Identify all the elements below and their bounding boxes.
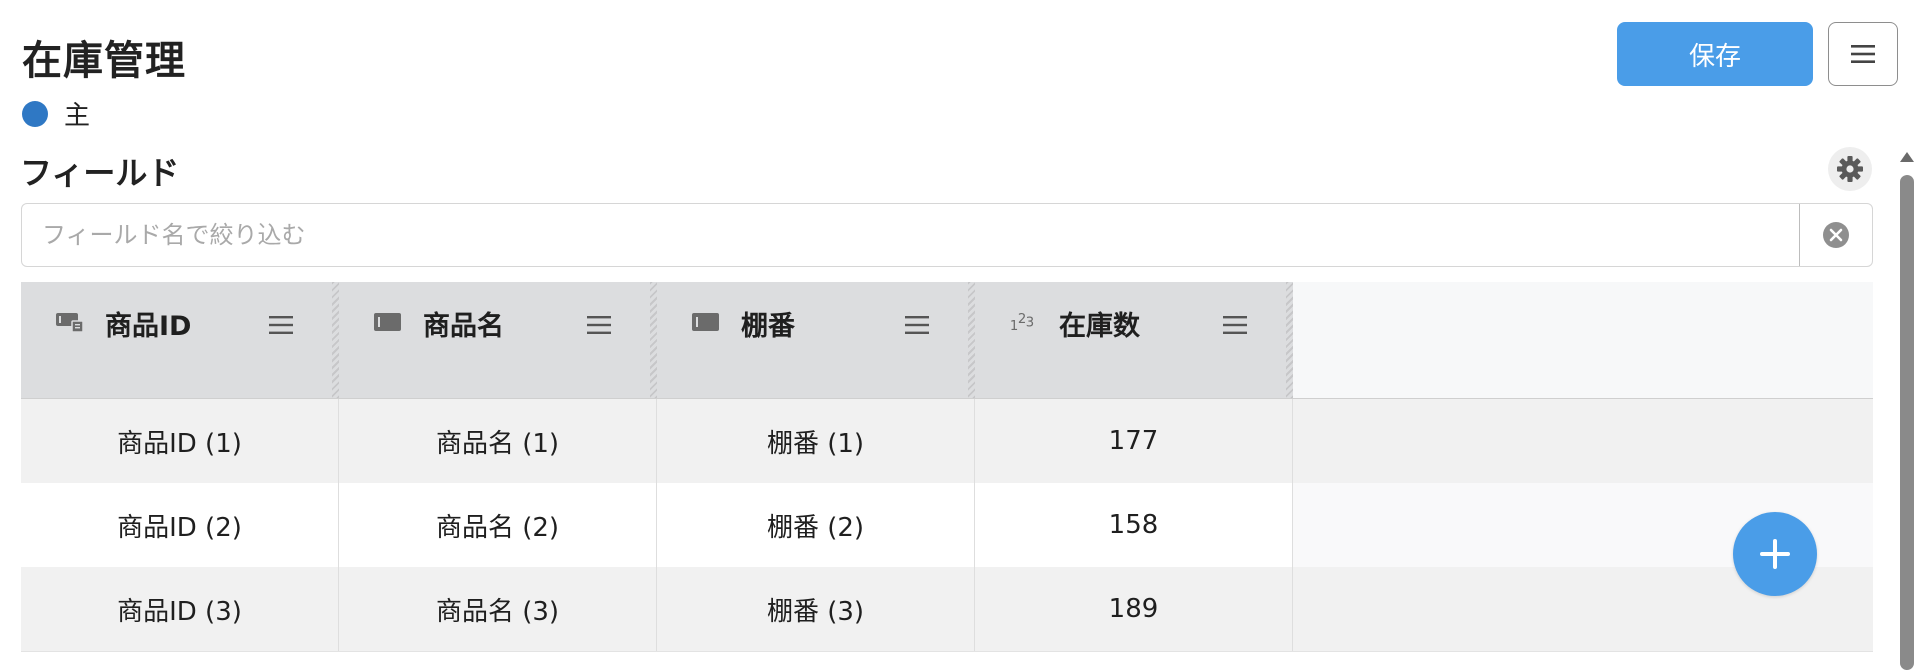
primary-label: 主 [64,101,91,131]
table-cell[interactable]: 158 [975,483,1293,567]
column-title: 在庫数 [1059,311,1140,342]
table-row[interactable]: 商品ID (2) 商品名 (2) 棚番 (2) 158 [21,483,1873,568]
field-filter [21,203,1873,267]
column-resize-handle[interactable] [650,282,657,398]
fields-heading: フィールド [20,154,180,192]
table-cell[interactable]: 177 [975,399,1293,483]
column-menu-icon[interactable] [267,312,295,338]
column-header-product-name[interactable]: 商品名 [339,282,772,398]
column-menu-icon[interactable] [903,312,931,338]
table-cell[interactable]: 棚番 (1) [657,399,975,483]
column-menu-icon[interactable] [1221,312,1249,338]
text-field-icon [691,310,721,334]
column-header-stock[interactable]: 1 2 3 在庫数 [975,282,1293,398]
table-cell[interactable]: 商品名 (2) [339,483,657,567]
column-title: 商品ID [105,311,192,342]
data-grid: 商品ID 商品名 棚番 1 2 3 在庫数 商品ID (1) 商品名 (1) 棚… [21,282,1873,652]
column-title: 棚番 [741,311,795,342]
hamburger-icon [1851,45,1875,63]
svg-text:3: 3 [1026,315,1034,330]
column-menu-icon[interactable] [585,312,613,338]
table-cell[interactable]: 棚番 (2) [657,483,975,567]
page-title: 在庫管理 [22,38,186,84]
column-header-shelf[interactable]: 棚番 [657,282,1090,398]
table-cell[interactable]: 189 [975,567,1293,651]
grid-header: 商品ID 商品名 棚番 1 2 3 在庫数 [21,282,1873,399]
table-row[interactable]: 商品ID (1) 商品名 (1) 棚番 (1) 177 [21,399,1873,484]
number-field-icon: 1 2 3 [1009,310,1039,334]
gear-icon [1837,156,1863,182]
table-cell[interactable]: 商品ID (1) [21,399,339,483]
column-resize-handle[interactable] [968,282,975,398]
field-filter-input[interactable] [22,204,1799,266]
table-cell[interactable]: 棚番 (3) [657,567,975,651]
column-title: 商品名 [423,311,504,342]
column-resize-handle[interactable] [1286,282,1293,398]
primary-indicator: 主 [22,95,90,132]
scroll-up-arrow[interactable] [1899,150,1915,164]
id-field-icon [55,310,85,334]
text-field-icon [373,310,403,334]
add-row-button[interactable] [1733,512,1817,596]
primary-dot [22,100,48,127]
clear-filter-button[interactable] [1799,204,1872,266]
row-filler [1293,399,1873,483]
plus-icon [1760,539,1790,569]
save-button[interactable]: 保存 [1617,22,1813,86]
table-cell[interactable]: 商品ID (3) [21,567,339,651]
menu-button[interactable] [1828,22,1898,86]
table-cell[interactable]: 商品名 (3) [339,567,657,651]
vertical-scrollbar-thumb[interactable] [1900,175,1914,670]
table-cell[interactable]: 商品名 (1) [339,399,657,483]
column-resize-handle[interactable] [332,282,339,398]
clear-circle-icon [1823,222,1849,248]
page: 在庫管理 主 保存 フィールド フィールド名で絞り込む 商品ID 商品名 棚番 … [0,0,1928,670]
column-header-product-id[interactable]: 商品ID [21,282,339,398]
settings-button[interactable] [1828,147,1872,191]
table-row[interactable]: 商品ID (3) 商品名 (3) 棚番 (3) 189 [21,567,1873,652]
table-cell[interactable]: 商品ID (2) [21,483,339,567]
